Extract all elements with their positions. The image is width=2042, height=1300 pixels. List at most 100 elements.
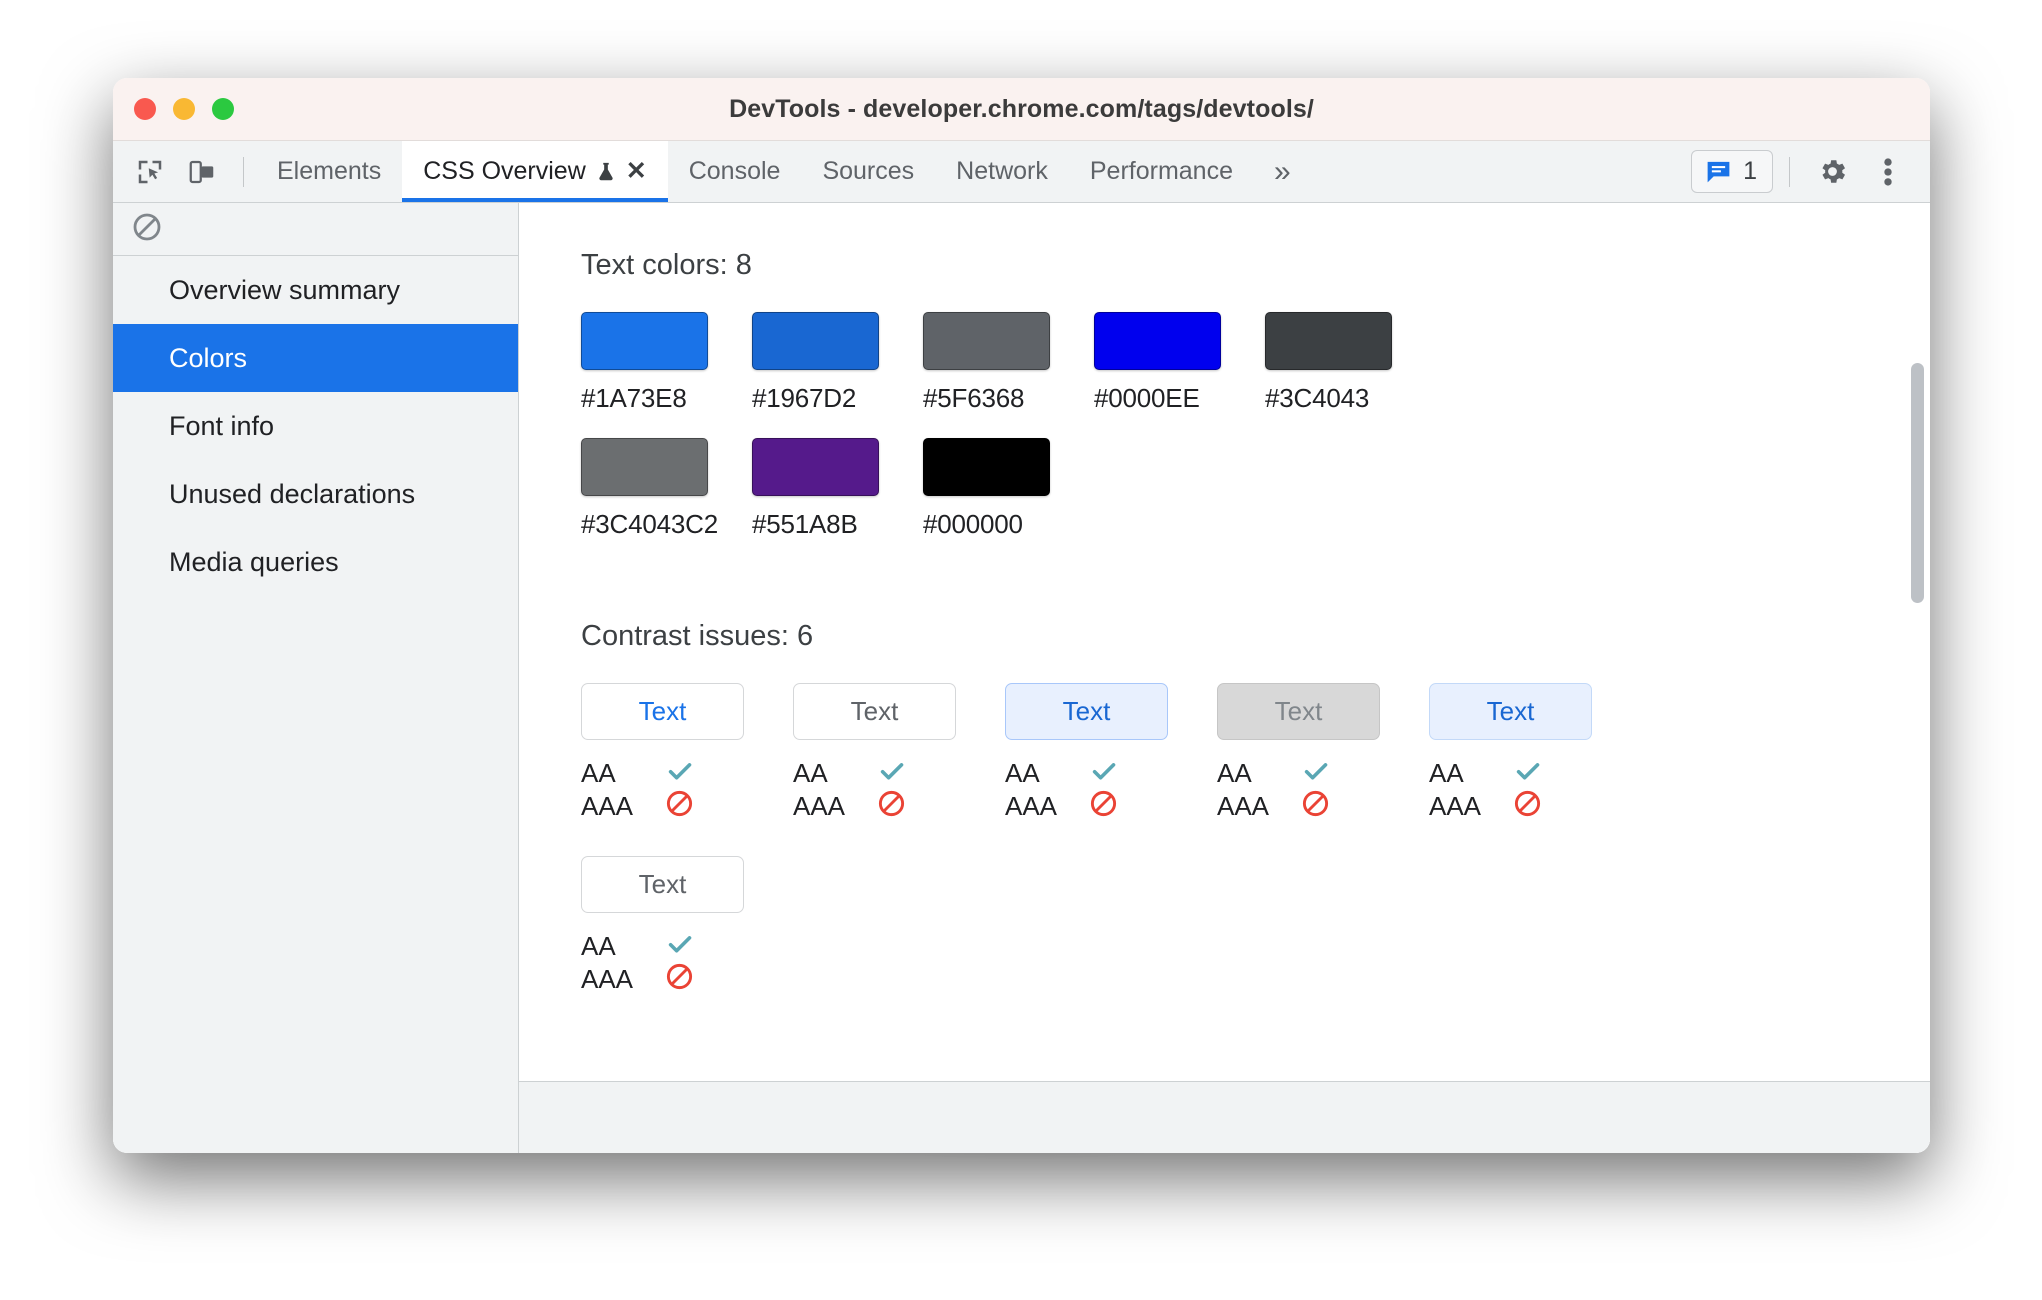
chevron-double-right-icon: » <box>1273 154 1291 188</box>
color-swatch[interactable] <box>923 312 1050 370</box>
sidebar-item-overview-summary[interactable]: Overview summary <box>113 256 518 324</box>
content-scrollbar[interactable] <box>1911 203 1926 1153</box>
color-swatch-cell: #551A8B <box>752 438 923 540</box>
color-swatch[interactable] <box>581 312 708 370</box>
no-entry-icon <box>666 790 693 817</box>
color-swatch[interactable] <box>752 312 879 370</box>
color-swatch-cell: #3C4043C2 <box>581 438 752 540</box>
colors-content-area: Text colors: 8 #1A73E8 #1967D2 #5F6368 #000… <box>519 203 1930 1153</box>
text-colors-grid: #1A73E8 #1967D2 #5F6368 #0000EE #3C4043 #3C40… <box>581 312 1581 564</box>
tab-label: Elements <box>277 157 382 185</box>
sidebar-item-label: Unused declarations <box>169 478 416 509</box>
tab-css-overview[interactable]: CSS Overview ✕ <box>402 141 668 202</box>
settings-button[interactable] <box>1806 149 1858 195</box>
sidebar-item-unused-declarations[interactable]: Unused declarations <box>113 460 518 528</box>
checkmark-icon <box>1516 762 1540 780</box>
device-toolbar-button[interactable] <box>179 149 225 195</box>
color-swatch[interactable] <box>752 438 879 496</box>
issues-counter-button[interactable]: 1 <box>1691 150 1773 193</box>
rating-row-aa: AA <box>793 757 1005 790</box>
color-swatch-label: #0000EE <box>1094 383 1200 413</box>
panel-tabs: Elements CSS Overview ✕ Console Sources … <box>256 141 1691 202</box>
rating-status-aaa <box>877 789 906 824</box>
contrast-issues-grid: Text AA AAA Text AA AAA Text AA AAA Text AA AAA Text… <box>581 683 1681 1029</box>
rating-row-aa: AA <box>1005 757 1217 790</box>
color-swatch-cell: #000000 <box>923 438 1094 540</box>
tab-console[interactable]: Console <box>668 141 802 202</box>
issues-count-label: 1 <box>1743 157 1757 185</box>
sidebar-item-label: Font info <box>169 410 275 441</box>
sidebar-item-label: Overview summary <box>169 274 401 305</box>
color-swatch-label: #1967D2 <box>752 383 857 413</box>
more-tabs-button[interactable]: » <box>1254 141 1311 202</box>
contrast-text-sample[interactable]: Text <box>793 683 956 740</box>
checkmark-icon <box>1092 762 1116 780</box>
color-swatch[interactable] <box>581 438 708 496</box>
checkmark-icon <box>668 935 692 953</box>
contrast-issue-card: Text AA AAA <box>1005 683 1217 823</box>
sidebar-item-media-queries[interactable]: Media queries <box>113 528 518 596</box>
css-overview-panel: Overview summary Colors Font info Unused… <box>113 203 1930 1153</box>
css-overview-sidebar: Overview summary Colors Font info Unused… <box>113 203 519 1153</box>
tab-label: Performance <box>1089 157 1233 185</box>
inspect-element-button[interactable] <box>127 149 173 195</box>
window-titlebar: DevTools - developer.chrome.com/tags/dev… <box>113 78 1930 141</box>
no-entry-icon <box>1090 790 1117 817</box>
color-swatch-cell: #0000EE <box>1094 312 1265 414</box>
contrast-text-sample[interactable]: Text <box>1005 683 1168 740</box>
devtools-tabbar: Elements CSS Overview ✕ Console Sources … <box>113 141 1930 203</box>
tab-network[interactable]: Network <box>935 141 1069 202</box>
desktop-backdrop: DevTools - developer.chrome.com/tags/dev… <box>0 0 2042 1300</box>
sidebar-item-colors[interactable]: Colors <box>113 324 518 392</box>
rating-row-aaa: AAA <box>1217 790 1429 823</box>
color-swatch-label: #551A8B <box>752 509 858 539</box>
color-swatch-cell: #1A73E8 <box>581 312 752 414</box>
kebab-menu-icon <box>1884 157 1892 186</box>
rating-row-aaa: AAA <box>1429 790 1641 823</box>
contrast-issue-card: Text AA AAA <box>1429 683 1641 823</box>
contrast-ratings: AA AAA <box>1217 757 1429 823</box>
clear-overview-button[interactable] <box>131 211 163 248</box>
experiment-flask-icon <box>599 162 613 180</box>
contrast-text-sample[interactable]: Text <box>581 683 744 740</box>
tabbar-right-actions: 1 <box>1691 141 1930 202</box>
close-window-button[interactable] <box>134 98 156 120</box>
rating-label-aa: AA <box>1217 758 1252 788</box>
contrast-text-sample[interactable]: Text <box>1429 683 1592 740</box>
color-swatch-cell: #5F6368 <box>923 312 1094 414</box>
scrollbar-thumb[interactable] <box>1911 363 1924 603</box>
tab-performance[interactable]: Performance <box>1069 141 1254 202</box>
contrast-text-sample[interactable]: Text <box>581 856 744 913</box>
sidebar-item-label: Colors <box>169 342 248 373</box>
rating-status-aa <box>1089 756 1119 792</box>
more-options-button[interactable] <box>1862 149 1914 195</box>
rating-label-aa: AA <box>581 758 616 788</box>
close-tab-button[interactable]: ✕ <box>626 159 647 184</box>
window-title: DevTools - developer.chrome.com/tags/dev… <box>729 94 1314 123</box>
contrast-text-sample[interactable]: Text <box>1217 683 1380 740</box>
contrast-issue-card: Text AA AAA <box>1217 683 1429 823</box>
color-swatch-label: #3C4043 <box>1265 383 1370 413</box>
color-swatch-label: #5F6368 <box>923 383 1025 413</box>
tab-label: Sources <box>822 157 915 185</box>
color-swatch-cell: #3C4043 <box>1265 312 1436 414</box>
rating-status-aa <box>877 756 907 792</box>
rating-label-aa: AA <box>1429 758 1464 788</box>
contrast-ratings: AA AAA <box>1005 757 1217 823</box>
color-swatch[interactable] <box>923 438 1050 496</box>
sidebar-toolbar <box>113 203 518 256</box>
clear-overview-icon <box>133 213 161 240</box>
zoom-window-button[interactable] <box>212 98 234 120</box>
color-swatch[interactable] <box>1094 312 1221 370</box>
color-swatch[interactable] <box>1265 312 1392 370</box>
tab-elements[interactable]: Elements <box>256 141 402 202</box>
rating-label-aaa: AAA <box>1005 791 1058 821</box>
contrast-issues-section: Contrast issues: 6 Text AA AAA Text AA AAA Tex… <box>581 620 1930 1029</box>
minimize-window-button[interactable] <box>173 98 195 120</box>
tab-sources[interactable]: Sources <box>801 141 935 202</box>
rating-status-aaa <box>1513 789 1542 824</box>
contrast-issue-card: Text AA AAA <box>793 683 1005 823</box>
rating-label-aa: AA <box>1005 758 1040 788</box>
sidebar-item-label: Media queries <box>169 546 339 577</box>
sidebar-item-font-info[interactable]: Font info <box>113 392 518 460</box>
